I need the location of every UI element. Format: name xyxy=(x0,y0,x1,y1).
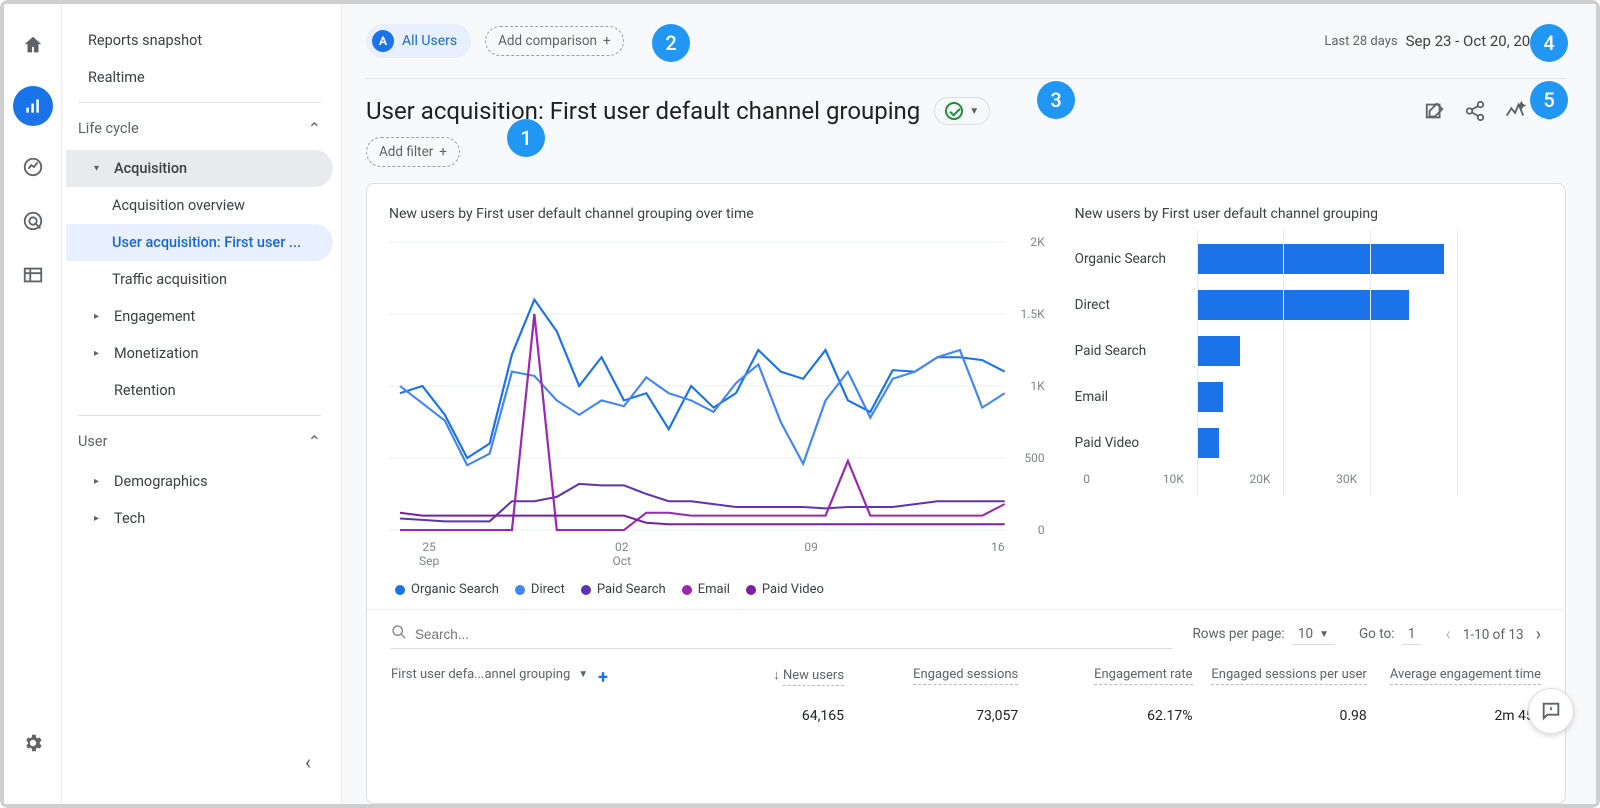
table-totals-row: 64,165 73,057 62.17% 0.98 2m 45s xyxy=(367,694,1565,724)
col-engagement-rate[interactable]: Engagement rate xyxy=(1018,667,1192,688)
x-tick: 02Oct xyxy=(613,540,631,568)
add-comparison-button[interactable]: Add comparison + xyxy=(485,26,624,56)
y-tick: 1K xyxy=(1030,379,1044,393)
col-engaged-sessions-per-user[interactable]: Engaged sessions per user xyxy=(1193,667,1367,688)
caret-down-icon: ▼ xyxy=(1319,629,1329,640)
caret-right-icon: ▸ xyxy=(94,513,104,524)
x-tick: 20K xyxy=(1249,472,1270,486)
caret-down-icon: ▼ xyxy=(578,669,588,680)
prev-page-button[interactable]: ‹ xyxy=(1445,624,1450,645)
page-title: User acquisition: First user default cha… xyxy=(366,97,920,125)
table-search[interactable] xyxy=(391,620,1172,649)
admin-icon[interactable] xyxy=(20,730,46,756)
chevron-up-icon: ⌃ xyxy=(308,119,321,138)
caret-right-icon: ▸ xyxy=(94,476,104,487)
caret-right-icon: ▸ xyxy=(94,348,104,359)
nav-traffic-acquisition[interactable]: Traffic acquisition xyxy=(66,261,333,298)
topbar: A All Users Add comparison + Last 28 day… xyxy=(366,24,1566,58)
add-dimension-button[interactable]: + xyxy=(598,667,608,688)
nav-acquisition-overview[interactable]: Acquisition overview xyxy=(66,187,333,224)
advertising-icon[interactable] xyxy=(20,208,46,234)
nav-sidebar: Reports snapshot Realtime Life cycle ⌃ ▾… xyxy=(62,4,342,804)
audience-chip[interactable]: A All Users xyxy=(366,24,471,58)
caret-down-icon: ▼ xyxy=(969,106,979,117)
line-chart: New users by First user default channel … xyxy=(389,206,1045,597)
chevron-up-icon: ⌃ xyxy=(308,432,321,451)
nav-acquisition[interactable]: ▾ Acquisition xyxy=(66,150,333,187)
titlebar: User acquisition: First user default cha… xyxy=(366,78,1566,125)
col-new-users[interactable]: ↓ New users xyxy=(670,667,844,688)
callout-5: 5 xyxy=(1530,81,1568,119)
legend-item[interactable]: Paid Search xyxy=(581,582,666,597)
nav-reports-snapshot[interactable]: Reports snapshot xyxy=(66,22,333,59)
y-tick: 0 xyxy=(1038,523,1045,537)
line-chart-title: New users by First user default channel … xyxy=(389,206,1045,222)
callout-2: 2 xyxy=(652,24,690,62)
table-controls: Rows per page: 10 ▼ Go to: 1 ‹ 1-10 of 1… xyxy=(367,609,1565,657)
date-prefix: Last 28 days xyxy=(1324,34,1397,49)
x-tick: 16 xyxy=(991,540,1005,568)
sort-down-icon: ↓ xyxy=(773,668,783,683)
search-input[interactable] xyxy=(415,627,1172,642)
legend-item[interactable]: Paid Video xyxy=(746,582,824,597)
check-circle-icon xyxy=(945,102,963,120)
date-range-value: Sep 23 - Oct 20, 2022 xyxy=(1406,32,1548,50)
nav-realtime[interactable]: Realtime xyxy=(66,59,333,96)
dimension-picker[interactable]: First user defa...annel grouping ▼ xyxy=(391,667,588,682)
nav-section-label: Life cycle xyxy=(78,120,139,137)
y-tick: 2K xyxy=(1030,235,1044,249)
caret-down-icon: ▾ xyxy=(94,163,104,174)
audience-letter: A xyxy=(372,30,394,52)
x-tick: 09 xyxy=(804,540,818,568)
y-tick: 500 xyxy=(1024,451,1044,465)
audience-label: All Users xyxy=(402,33,457,49)
goto-page[interactable]: Go to: 1 xyxy=(1359,624,1425,645)
collapse-sidebar-button[interactable]: ‹ xyxy=(305,750,311,774)
nav-section-label: User xyxy=(78,433,108,450)
reports-icon[interactable] xyxy=(13,86,53,126)
insights-icon[interactable] xyxy=(1504,100,1526,122)
legend-item[interactable]: Direct xyxy=(515,582,565,597)
page-range: 1-10 of 13 xyxy=(1463,627,1524,643)
nav-tech[interactable]: ▸ Tech xyxy=(66,500,333,537)
feedback-button[interactable] xyxy=(1528,688,1574,734)
plus-icon: + xyxy=(439,144,447,160)
x-tick: 30K xyxy=(1336,472,1357,486)
table-header: First user defa...annel grouping ▼ + ↓ N… xyxy=(367,657,1565,694)
customize-icon[interactable] xyxy=(1424,100,1446,122)
explore-icon[interactable] xyxy=(20,154,46,180)
nav-demographics[interactable]: ▸ Demographics xyxy=(66,463,333,500)
home-icon[interactable] xyxy=(20,32,46,58)
x-tick: 10K xyxy=(1163,472,1184,486)
search-icon xyxy=(391,624,407,644)
bar-chart-title: New users by First user default channel … xyxy=(1075,206,1543,222)
nav-user-acquisition[interactable]: User acquisition: First user ... xyxy=(66,224,333,261)
nav-section-user[interactable]: User ⌃ xyxy=(66,420,333,463)
nav-engagement[interactable]: ▸ Engagement xyxy=(66,298,333,335)
nav-retention[interactable]: Retention xyxy=(66,372,333,409)
y-tick: 1.5K xyxy=(1020,307,1044,321)
share-icon[interactable] xyxy=(1464,100,1486,122)
callout-3: 3 xyxy=(1037,81,1075,119)
callout-1: 1 xyxy=(507,119,545,157)
rows-per-page[interactable]: Rows per page: 10 ▼ xyxy=(1192,624,1339,645)
legend-item[interactable]: Organic Search xyxy=(395,582,499,597)
add-filter-button[interactable]: Add filter + xyxy=(366,137,460,167)
icon-rail xyxy=(4,4,62,804)
bar-chart: New users by First user default channel … xyxy=(1075,206,1543,597)
next-page-button[interactable]: › xyxy=(1536,624,1541,645)
callout-4: 4 xyxy=(1530,24,1568,62)
data-quality-chip[interactable]: ▼ xyxy=(934,97,990,125)
x-tick: 0 xyxy=(1083,472,1090,486)
plus-icon: + xyxy=(603,33,611,49)
col-engaged-sessions[interactable]: Engaged sessions xyxy=(844,667,1018,688)
x-tick: 25Sep xyxy=(419,540,439,568)
col-avg-engagement-time[interactable]: Average engagement time xyxy=(1367,667,1541,688)
legend-item[interactable]: Email xyxy=(682,582,730,597)
configure-icon[interactable] xyxy=(20,262,46,288)
nav-monetization[interactable]: ▸ Monetization xyxy=(66,335,333,372)
nav-section-life-cycle[interactable]: Life cycle ⌃ xyxy=(66,107,333,150)
caret-right-icon: ▸ xyxy=(94,311,104,322)
